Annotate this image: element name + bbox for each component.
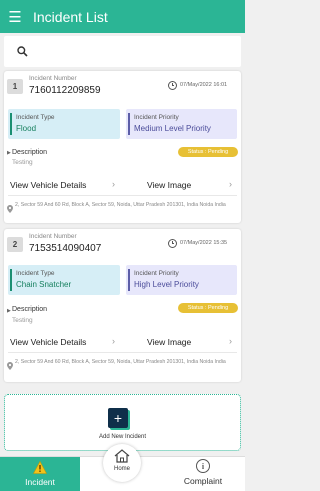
incident-number: 7153514090407 [29, 243, 102, 254]
nav-incident-tab[interactable]: Incident [0, 457, 80, 491]
description-label: Description [12, 149, 48, 156]
home-icon[interactable] [114, 449, 130, 463]
nav-complaint-label[interactable]: Complaint [163, 476, 243, 486]
search-icon[interactable] [17, 46, 28, 57]
incident-number: 7160112209859 [29, 85, 101, 96]
incident-index-badge: 1 [7, 79, 23, 94]
chevron-right-icon[interactable]: › [229, 179, 232, 189]
incident-priority-value: High Level Priority [134, 280, 199, 289]
add-new-incident-label[interactable]: Add New Incident [0, 434, 245, 440]
location-pin-icon [7, 362, 13, 370]
incident-priority-label: Incident Priority [134, 270, 179, 277]
incident-card[interactable]: 1 Incident Number 7160112209859 07/May/2… [4, 71, 241, 223]
view-image-link[interactable]: View Image [147, 337, 191, 347]
incident-number-label: Incident Number [29, 75, 77, 82]
clock-icon [168, 81, 177, 90]
incident-type-box: Incident Type Chain Snatcher [8, 265, 120, 295]
search-bar[interactable] [4, 36, 241, 67]
incident-card[interactable]: 2 Incident Number 7153514090407 07/May/2… [4, 229, 241, 382]
status-badge: Status : Pending [178, 303, 238, 313]
description-label: Description [12, 306, 48, 313]
description-value: Testing [12, 159, 33, 166]
incident-type-value: Chain Snatcher [16, 280, 72, 289]
view-image-link[interactable]: View Image [147, 180, 191, 190]
status-badge: Status : Pending [178, 147, 238, 157]
expand-arrow-icon[interactable]: ▶ [7, 308, 11, 314]
incident-type-label: Incident Type [16, 270, 55, 277]
incident-address: 2, Sector 59 And 60 Rd, Block A, Sector … [15, 359, 226, 365]
divider [8, 195, 237, 196]
incident-index-badge: 2 [7, 237, 23, 252]
view-vehicle-details-link[interactable]: View Vehicle Details [10, 337, 86, 347]
incident-number-label: Incident Number [29, 233, 77, 240]
incident-datetime: 07/May/2022 16:01 [180, 82, 228, 88]
description-value: Testing [12, 317, 33, 324]
incident-priority-label: Incident Priority [134, 114, 179, 121]
incident-type-label: Incident Type [16, 114, 55, 121]
page-title: Incident List [33, 8, 108, 25]
chevron-right-icon[interactable]: › [112, 179, 115, 189]
expand-arrow-icon[interactable]: ▶ [7, 150, 11, 156]
incident-priority-box: Incident Priority Medium Level Priority [126, 109, 237, 139]
incident-datetime: 07/May/2022 15:35 [180, 240, 228, 246]
chevron-right-icon[interactable]: › [112, 336, 115, 346]
nav-incident-label: Incident [25, 477, 55, 487]
clock-icon [168, 239, 177, 248]
nav-home-label[interactable]: Home [103, 466, 141, 472]
info-icon[interactable]: i [196, 459, 210, 473]
warning-icon [33, 461, 47, 474]
incident-priority-box: Incident Priority High Level Priority [126, 265, 237, 295]
incident-priority-value: Medium Level Priority [134, 124, 211, 133]
location-pin-icon [7, 205, 13, 213]
incident-type-value: Flood [16, 124, 37, 133]
app-bar: ☰ Incident List [0, 0, 245, 33]
incident-type-box: Incident Type Flood [8, 109, 120, 139]
chevron-right-icon[interactable]: › [229, 336, 232, 346]
incident-address: 2, Sector 59 And 60 Rd, Block A, Sector … [15, 202, 226, 208]
plus-icon[interactable]: + [108, 408, 128, 428]
hamburger-icon[interactable]: ☰ [0, 0, 30, 33]
view-vehicle-details-link[interactable]: View Vehicle Details [10, 180, 86, 190]
divider [8, 352, 237, 353]
